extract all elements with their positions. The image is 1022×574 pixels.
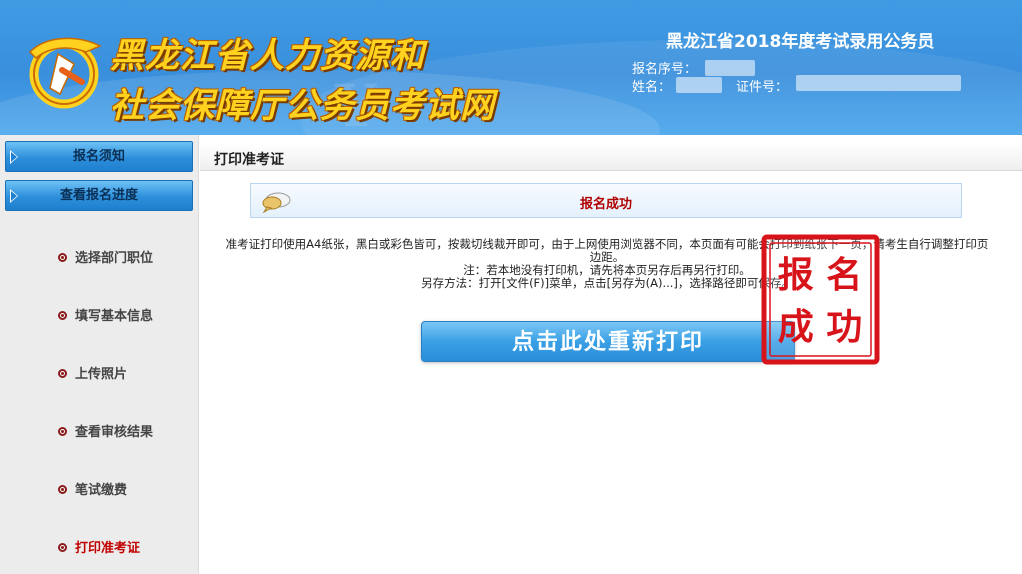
step-print-admission[interactable]: 打印准考证 xyxy=(58,537,140,556)
step-select-position[interactable]: 选择部门职位 xyxy=(58,247,153,266)
name-label: 姓名： xyxy=(632,80,672,95)
site-header: Y 黑龙江省人力资源和 社会保障厅公务员考试网 黑龙江省2018年度考试录用公务… xyxy=(0,0,1022,135)
page-title: 打印准考证 xyxy=(214,152,284,168)
bullet-icon xyxy=(58,369,67,378)
stamp-text-line2: 成 功 xyxy=(778,306,863,348)
bullet-icon xyxy=(58,253,67,262)
reg-no-value-redacted xyxy=(705,60,755,76)
id-label: 证件号： xyxy=(736,80,789,95)
main-content: 打印准考证 报名成功 准考证打印使用A4纸张，黑白或彩色皆可，按裁切线裁开即可，… xyxy=(200,135,1022,574)
bullet-icon xyxy=(58,543,67,552)
site-logo-icon xyxy=(28,37,102,109)
step-exam-payment[interactable]: 笔试缴费 xyxy=(58,479,127,498)
step-review-result[interactable]: 查看审核结果 xyxy=(58,421,153,440)
id-value-redacted xyxy=(796,75,961,91)
exam-title: 黑龙江省2018年度考试录用公务员 xyxy=(666,32,935,52)
sidebar-tab-label: 报名须知 xyxy=(72,149,125,164)
success-banner: 报名成功 xyxy=(250,183,962,218)
site-title-line1: 黑龙江省人力资源和 xyxy=(110,36,425,76)
sidebar: 报名须知 查看报名进度 选择部门职位 填写基本信息 上传照片 查看审核结果 笔试… xyxy=(0,135,199,574)
step-basic-info[interactable]: 填写基本信息 xyxy=(58,305,153,324)
sidebar-tab-notice[interactable]: 报名须知 xyxy=(5,141,193,172)
sidebar-tab-progress[interactable]: 查看报名进度 xyxy=(5,180,193,211)
step-upload-photo[interactable]: 上传照片 xyxy=(58,363,127,382)
reprint-button[interactable]: 点击此处重新打印 xyxy=(421,321,795,362)
success-message: 报名成功 xyxy=(579,197,632,212)
bullet-icon xyxy=(58,311,67,320)
bullet-icon xyxy=(58,427,67,436)
success-stamp: 报 名 成 功 xyxy=(761,234,880,365)
page-title-bar: 打印准考证 xyxy=(200,144,1022,171)
sidebar-tab-label: 查看报名进度 xyxy=(59,188,138,203)
name-value-redacted xyxy=(676,77,722,93)
stamp-text-line1: 报 名 xyxy=(778,254,863,296)
bullet-icon xyxy=(58,485,67,494)
site-title-line2: 社会保障厅公务员考试网 xyxy=(110,86,495,126)
reg-no-label: 报名序号： xyxy=(632,62,698,77)
